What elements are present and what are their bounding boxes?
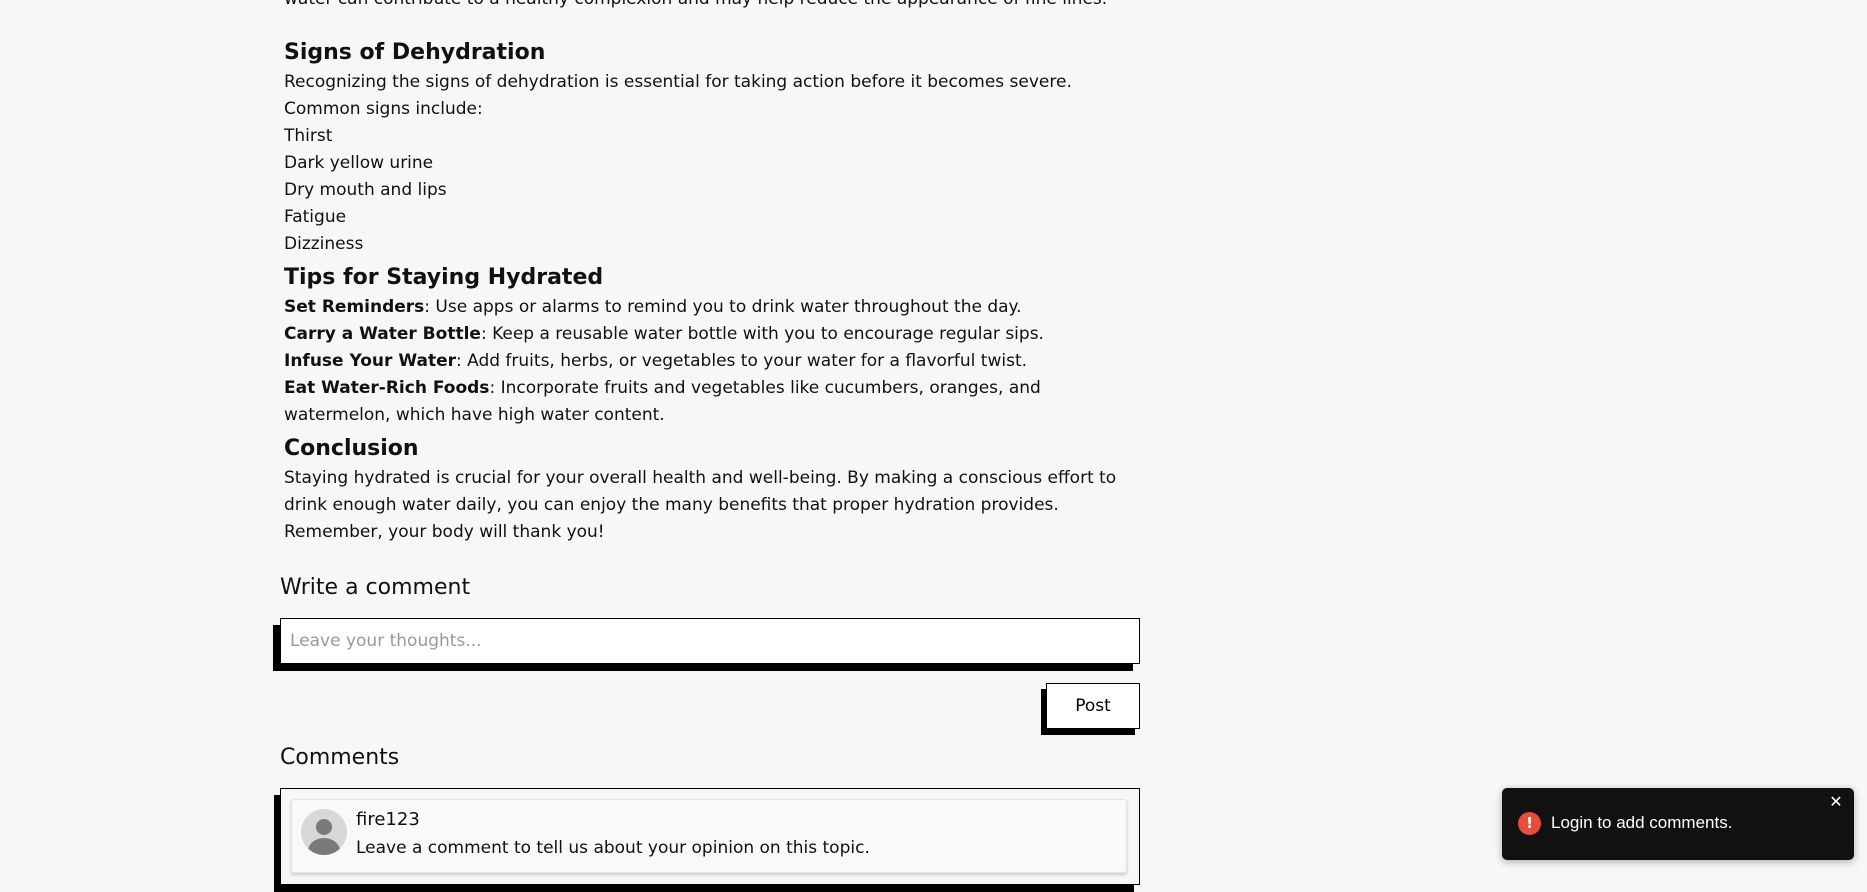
tip-name: Infuse Your Water: [284, 351, 456, 371]
conclusion-heading: Conclusion: [284, 436, 419, 461]
list-item: Dry mouth and lips: [284, 180, 447, 200]
comment-text: Leave a comment to tell us about your op…: [356, 838, 870, 858]
list-item: Eat Water-Rich Foods: Incorporate fruits…: [284, 375, 1140, 429]
comments-title: Comments: [280, 745, 400, 770]
write-comment-title: Write a comment: [280, 575, 471, 600]
tip-name: Eat Water-Rich Foods: [284, 378, 490, 398]
dehydration-heading: Signs of Dehydration: [284, 40, 546, 65]
article-partial-text: water can contribute to a healthy comple…: [284, 0, 1107, 13]
close-icon[interactable]: ✕: [1827, 794, 1845, 812]
tip-name: Set Reminders: [284, 297, 425, 317]
comments-list: fire123 Leave a comment to tell us about…: [280, 788, 1140, 885]
tips-heading: Tips for Staying Hydrated: [284, 265, 604, 290]
avatar-body: [308, 838, 340, 855]
comment-input-wrapper: [273, 618, 1140, 671]
avatar-icon: [301, 809, 347, 855]
tips-list: Set Reminders: Use apps or alarms to rem…: [284, 294, 1140, 429]
error-toast: ! Login to add comments. ✕: [1502, 788, 1854, 860]
tip-name: Carry a Water Bottle: [284, 324, 481, 344]
comment-card: fire123 Leave a comment to tell us about…: [291, 799, 1127, 873]
list-item: Infuse Your Water: Add fruits, herbs, or…: [284, 348, 1140, 375]
avatar-head: [316, 819, 332, 835]
list-item: Fatigue: [284, 207, 347, 227]
post-button-wrapper: Post: [1041, 683, 1140, 735]
list-item: Dizziness: [284, 234, 364, 254]
toast-message: Login to add comments.: [1551, 813, 1733, 832]
page: water can contribute to a healthy comple…: [0, 0, 1867, 892]
list-item: Dark yellow urine: [284, 153, 434, 173]
tip-text: : Use apps or alarms to remind you to dr…: [424, 297, 1022, 317]
article: water can contribute to a healthy comple…: [284, 0, 1140, 546]
article-partial-line: water can contribute to a healthy comple…: [284, 0, 1140, 33]
error-icon: !: [1518, 812, 1541, 835]
list-item: Carry a Water Bottle: Keep a reusable wa…: [284, 321, 1140, 348]
list-item: Thirst: [284, 126, 333, 146]
dehydration-intro: Recognizing the signs of dehydration is …: [284, 72, 1072, 119]
post-button[interactable]: Post: [1046, 683, 1140, 729]
comment-input[interactable]: [280, 618, 1140, 664]
tip-text: : Add fruits, herbs, or vegetables to yo…: [455, 351, 1028, 371]
dehydration-signs-list: Thirst Dark yellow urine Dry mouth and l…: [284, 123, 1140, 258]
comment-username: fire123: [356, 809, 420, 830]
tip-text: : Keep a reusable water bottle with you …: [480, 324, 1044, 344]
comment-section: Write a comment Post Comments fire123 Le…: [273, 572, 1140, 892]
conclusion-text: Staying hydrated is crucial for your ove…: [284, 468, 1117, 542]
comments-box-wrapper: fire123 Leave a comment to tell us about…: [274, 788, 1140, 892]
list-item: Set Reminders: Use apps or alarms to rem…: [284, 294, 1140, 321]
